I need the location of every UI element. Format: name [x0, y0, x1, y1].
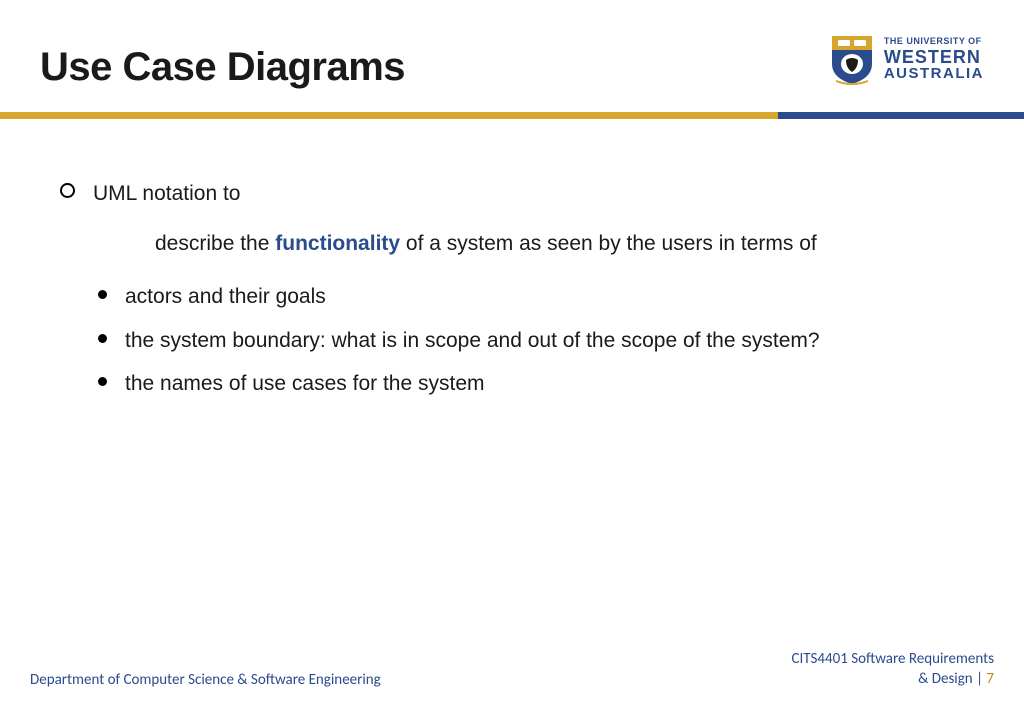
header-divider [0, 112, 1024, 119]
desc-highlight: functionality [275, 232, 400, 255]
main-bullet-row: UML notation to [60, 179, 964, 208]
university-logo: THE UNIVERSITY OF WESTERN AUSTRALIA [828, 32, 984, 86]
footer-department: Department of Computer Science & Softwar… [30, 671, 381, 689]
sub-bullet-text: the names of use cases for the system [125, 369, 485, 398]
sub-bullet-text: actors and their goals [125, 282, 326, 311]
shield-icon [828, 32, 876, 86]
logo-line2: WESTERN [884, 48, 984, 66]
slide-content: UML notation to describe the functionali… [0, 119, 1024, 399]
bullet-dot-icon [98, 334, 107, 343]
bullet-dot-icon [98, 290, 107, 299]
desc-pre: describe the [155, 232, 275, 255]
slide-header: Use Case Diagrams THE UNIVERSITY OF WEST… [0, 0, 1024, 100]
logo-text: THE UNIVERSITY OF WESTERN AUSTRALIA [884, 37, 984, 81]
bullet-circle-icon [60, 183, 75, 198]
footer-course-line1: CITS4401 Software Requirements [792, 650, 995, 668]
sub-bullet-text: the system boundary: what is in scope an… [125, 326, 820, 355]
description-row: describe the functionality of a system a… [155, 232, 964, 256]
main-bullet-text: UML notation to [93, 179, 240, 208]
logo-line1: THE UNIVERSITY OF [884, 37, 984, 46]
slide-footer: Department of Computer Science & Softwar… [0, 650, 1024, 689]
page-number: 7 [986, 670, 994, 688]
logo-line3: AUSTRALIA [884, 66, 984, 81]
sub-bullets-list: actors and their goals the system bounda… [60, 282, 964, 398]
sub-bullet-row: the names of use cases for the system [60, 369, 964, 398]
divider-gold [0, 112, 778, 119]
bullet-dot-icon [98, 377, 107, 386]
sub-bullet-row: the system boundary: what is in scope an… [60, 326, 964, 355]
footer-course-line2: & Design | [918, 670, 986, 688]
sub-bullet-row: actors and their goals [60, 282, 964, 311]
footer-course: CITS4401 Software Requirements & Design … [792, 650, 995, 689]
desc-post: of a system as seen by the users in term… [400, 232, 817, 255]
divider-blue [778, 112, 1024, 119]
description-text: describe the functionality of a system a… [155, 232, 817, 255]
